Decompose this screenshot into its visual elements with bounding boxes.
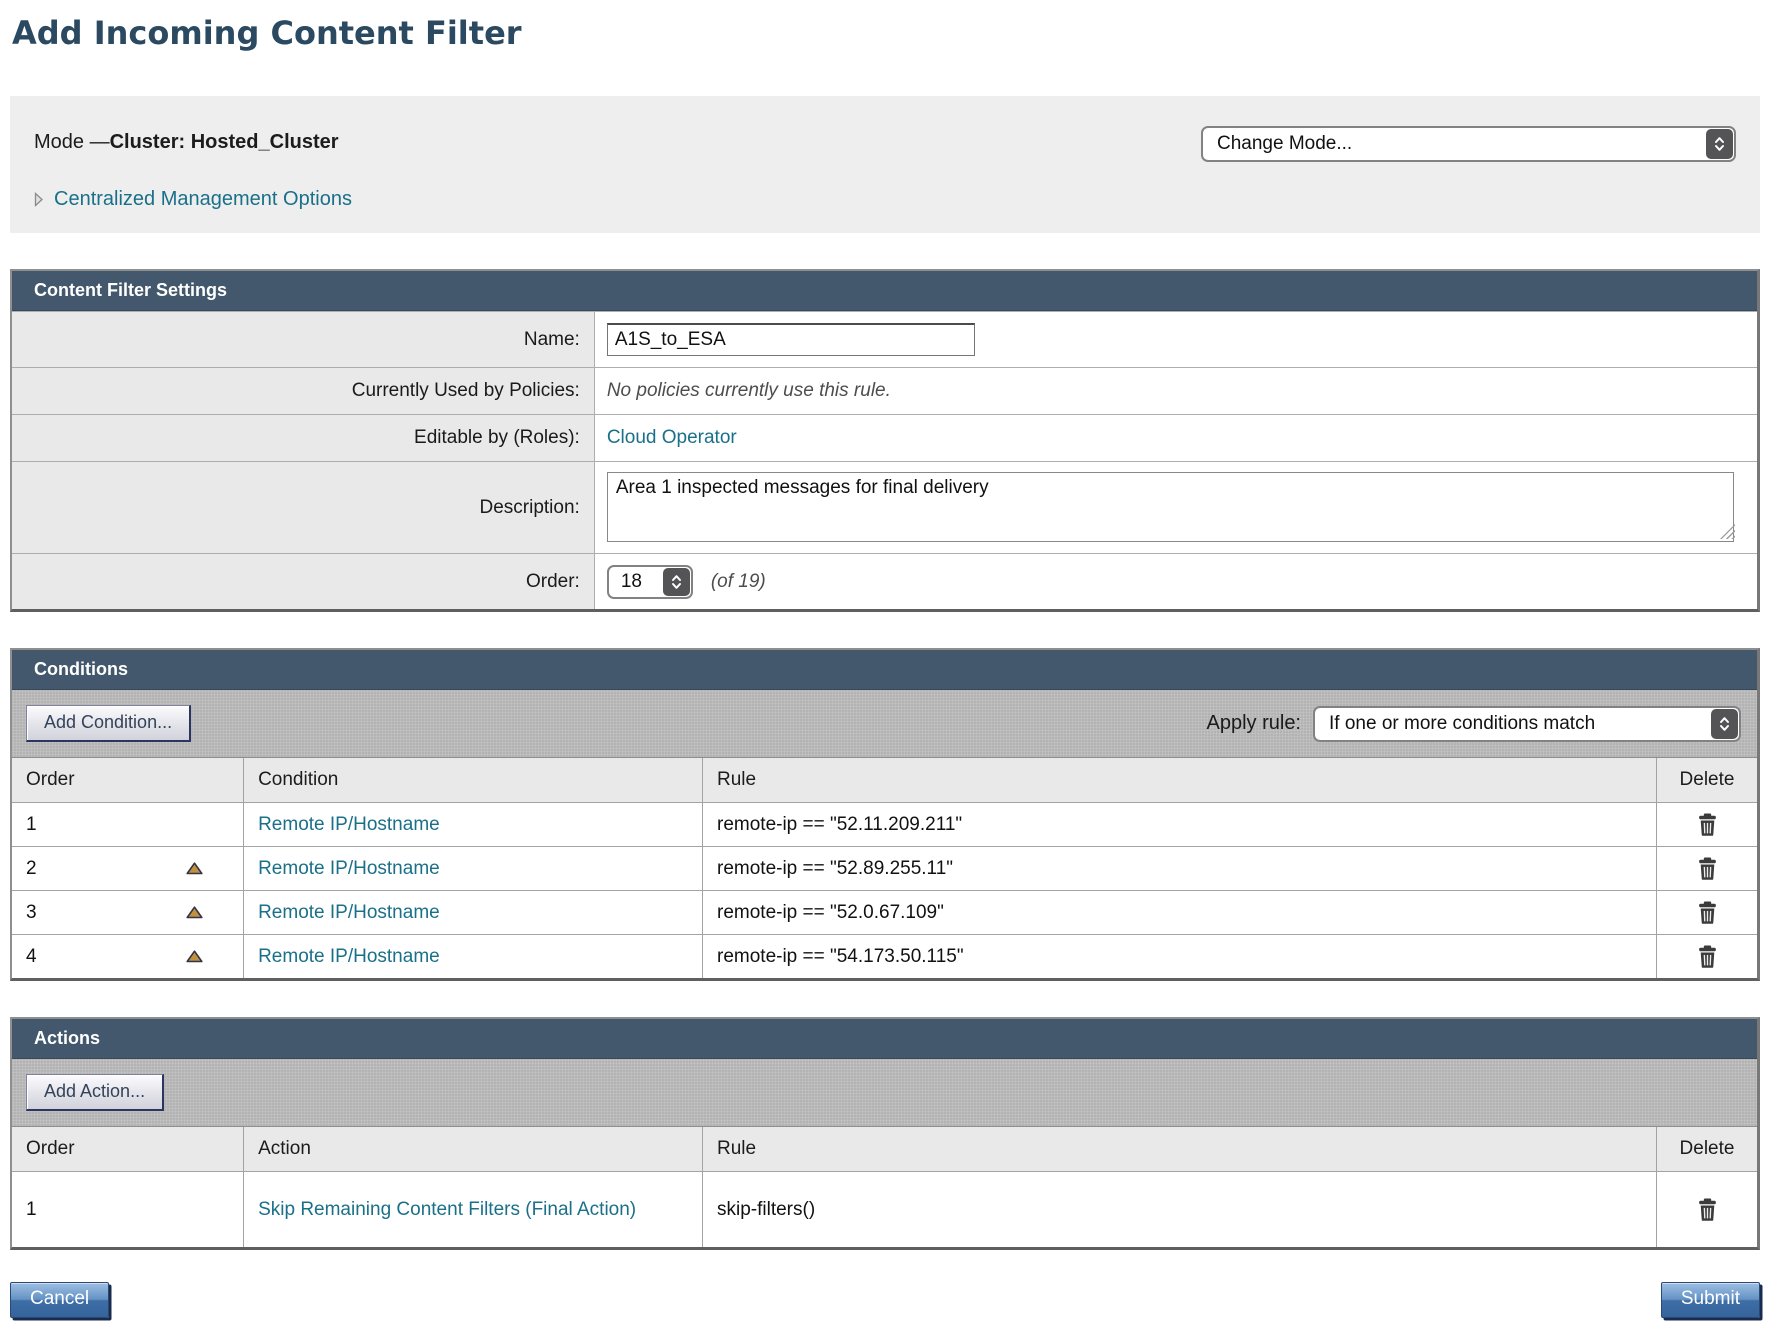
order-select[interactable]: 18 xyxy=(607,565,693,599)
apply-rule-label: Apply rule: xyxy=(1207,712,1302,735)
settings-section-header: Content Filter Settings xyxy=(12,271,1757,311)
policies-label: Currently Used by Policies: xyxy=(12,368,595,414)
delete-trash-icon[interactable] xyxy=(1697,945,1718,968)
conditions-table-header: Order Condition Rule Delete xyxy=(12,758,1757,802)
condition-order: 2 xyxy=(26,858,37,880)
mode-label: Mode — xyxy=(34,131,110,153)
move-up-icon[interactable] xyxy=(186,950,203,963)
condition-rule: remote-ip == "52.11.209.211" xyxy=(717,814,962,836)
col-header-order: Order xyxy=(12,1127,244,1171)
col-header-delete: Delete xyxy=(1657,1127,1757,1171)
order-selected-value: 18 xyxy=(609,571,662,593)
col-header-rule: Rule xyxy=(703,1127,1657,1171)
add-condition-button[interactable]: Add Condition... xyxy=(26,705,191,742)
col-header-rule: Rule xyxy=(703,758,1657,802)
condition-link[interactable]: Remote IP/Hostname xyxy=(258,946,440,968)
apply-rule-select[interactable]: If one or more conditions match xyxy=(1313,706,1741,742)
conditions-section: Conditions Add Condition... Apply rule: … xyxy=(10,648,1760,981)
apply-rule-selected-value: If one or more conditions match xyxy=(1315,713,1710,735)
condition-row: 2 Remote IP/Hostname remote-ip == "52.89… xyxy=(12,846,1757,890)
condition-rule: remote-ip == "52.0.67.109" xyxy=(717,902,944,924)
mode-text: Mode —Cluster: Hosted_Cluster xyxy=(34,126,339,154)
delete-trash-icon[interactable] xyxy=(1697,857,1718,880)
content-filter-settings-section: Content Filter Settings Name: Currently … xyxy=(10,269,1760,612)
description-textarea[interactable]: Area 1 inspected messages for final deli… xyxy=(607,472,1734,542)
expand-triangle-icon[interactable] xyxy=(34,192,44,207)
delete-trash-icon[interactable] xyxy=(1697,1198,1718,1221)
condition-row: 1 Remote IP/Hostname remote-ip == "52.11… xyxy=(12,802,1757,846)
condition-link[interactable]: Remote IP/Hostname xyxy=(258,902,440,924)
cancel-button[interactable]: Cancel xyxy=(10,1282,109,1318)
col-header-condition: Condition xyxy=(244,758,703,802)
delete-trash-icon[interactable] xyxy=(1697,901,1718,924)
action-rule: skip-filters() xyxy=(717,1199,815,1221)
condition-link[interactable]: Remote IP/Hostname xyxy=(258,814,440,836)
select-stepper-icon xyxy=(1706,129,1733,159)
condition-row: 4 Remote IP/Hostname remote-ip == "54.17… xyxy=(12,934,1757,978)
col-header-delete: Delete xyxy=(1657,758,1757,802)
action-row: 1 Skip Remaining Content Filters (Final … xyxy=(12,1171,1757,1247)
mode-box: Mode —Cluster: Hosted_Cluster Change Mod… xyxy=(10,96,1760,233)
condition-order: 4 xyxy=(26,946,37,968)
select-stepper-icon xyxy=(663,568,690,596)
page-title: Add Incoming Content Filter xyxy=(12,14,1760,52)
condition-rule: remote-ip == "54.173.50.115" xyxy=(717,946,964,968)
order-label: Order: xyxy=(12,554,595,609)
change-mode-select[interactable]: Change Mode... xyxy=(1201,126,1736,162)
condition-row: 3 Remote IP/Hostname remote-ip == "52.0.… xyxy=(12,890,1757,934)
select-stepper-icon xyxy=(1711,709,1738,739)
move-up-icon[interactable] xyxy=(186,906,203,919)
submit-button[interactable]: Submit xyxy=(1661,1282,1760,1318)
condition-order: 3 xyxy=(26,902,37,924)
change-mode-selected-value: Change Mode... xyxy=(1203,133,1705,155)
action-link[interactable]: Skip Remaining Content Filters (Final Ac… xyxy=(258,1197,636,1223)
actions-section-header: Actions xyxy=(12,1019,1757,1059)
description-label: Description: xyxy=(12,462,595,553)
col-header-order: Order xyxy=(12,758,244,802)
mode-value: Cluster: Hosted_Cluster xyxy=(110,131,339,153)
policies-value: No policies currently use this rule. xyxy=(607,380,891,402)
add-action-button[interactable]: Add Action... xyxy=(26,1074,164,1111)
order-total: (of 19) xyxy=(711,571,766,593)
delete-trash-icon[interactable] xyxy=(1697,813,1718,836)
action-order: 1 xyxy=(26,1199,37,1221)
move-up-icon[interactable] xyxy=(186,862,203,875)
editable-roles-label: Editable by (Roles): xyxy=(12,415,595,461)
footer-bar: Cancel Submit xyxy=(10,1282,1760,1318)
col-header-action: Action xyxy=(244,1127,703,1171)
actions-section: Actions Add Action... Order Action Rule … xyxy=(10,1017,1760,1250)
condition-rule: remote-ip == "52.89.255.11" xyxy=(717,858,953,880)
condition-link[interactable]: Remote IP/Hostname xyxy=(258,858,440,880)
centralized-management-options-link[interactable]: Centralized Management Options xyxy=(54,188,352,211)
name-input[interactable] xyxy=(607,323,975,356)
conditions-section-header: Conditions xyxy=(12,650,1757,690)
name-label: Name: xyxy=(12,312,595,367)
actions-table-header: Order Action Rule Delete xyxy=(12,1127,1757,1171)
cloud-operator-link[interactable]: Cloud Operator xyxy=(607,427,737,449)
condition-order: 1 xyxy=(26,814,37,836)
